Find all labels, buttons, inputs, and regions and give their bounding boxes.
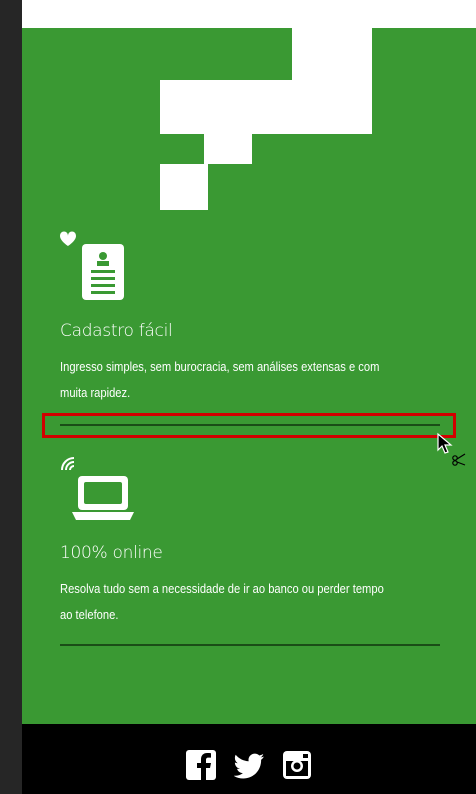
feature-title: 100% online: [60, 543, 163, 563]
footer: [22, 724, 476, 794]
twitter-icon[interactable]: [234, 750, 264, 780]
feature-title: Cadastro fácil: [60, 321, 173, 341]
features-section: Cadastro fácil Ingresso simples, sem bur…: [22, 28, 476, 724]
page-content: Cadastro fácil Ingresso simples, sem bur…: [22, 0, 476, 794]
feature-description: Ingresso simples, sem burocracia, sem an…: [60, 354, 447, 406]
pixel-logo: [292, 28, 372, 80]
instagram-icon[interactable]: [282, 750, 312, 780]
pixel-logo-block: [204, 134, 252, 164]
document-heart-icon: [60, 231, 124, 300]
pixel-logo-block: [160, 80, 372, 134]
feature-divider: [60, 644, 440, 646]
feature-description-line: Ingresso simples, sem burocracia, sem an…: [60, 359, 380, 374]
feature-description: Resolva tudo sem a necessidade de ir ao …: [60, 576, 447, 628]
feature-description-line: muita rapidez.: [60, 385, 131, 400]
feature-description-line: Resolva tudo sem a necessidade de ir ao …: [60, 581, 384, 596]
laptop-wifi-icon: [61, 457, 134, 520]
left-edge-bar: [0, 0, 22, 794]
feature-description-line: ao telefone.: [60, 607, 119, 622]
facebook-icon[interactable]: [186, 750, 216, 780]
pixel-logo-block: [160, 164, 208, 210]
cursor-icon: [437, 432, 466, 466]
highlight-box: [42, 413, 456, 438]
